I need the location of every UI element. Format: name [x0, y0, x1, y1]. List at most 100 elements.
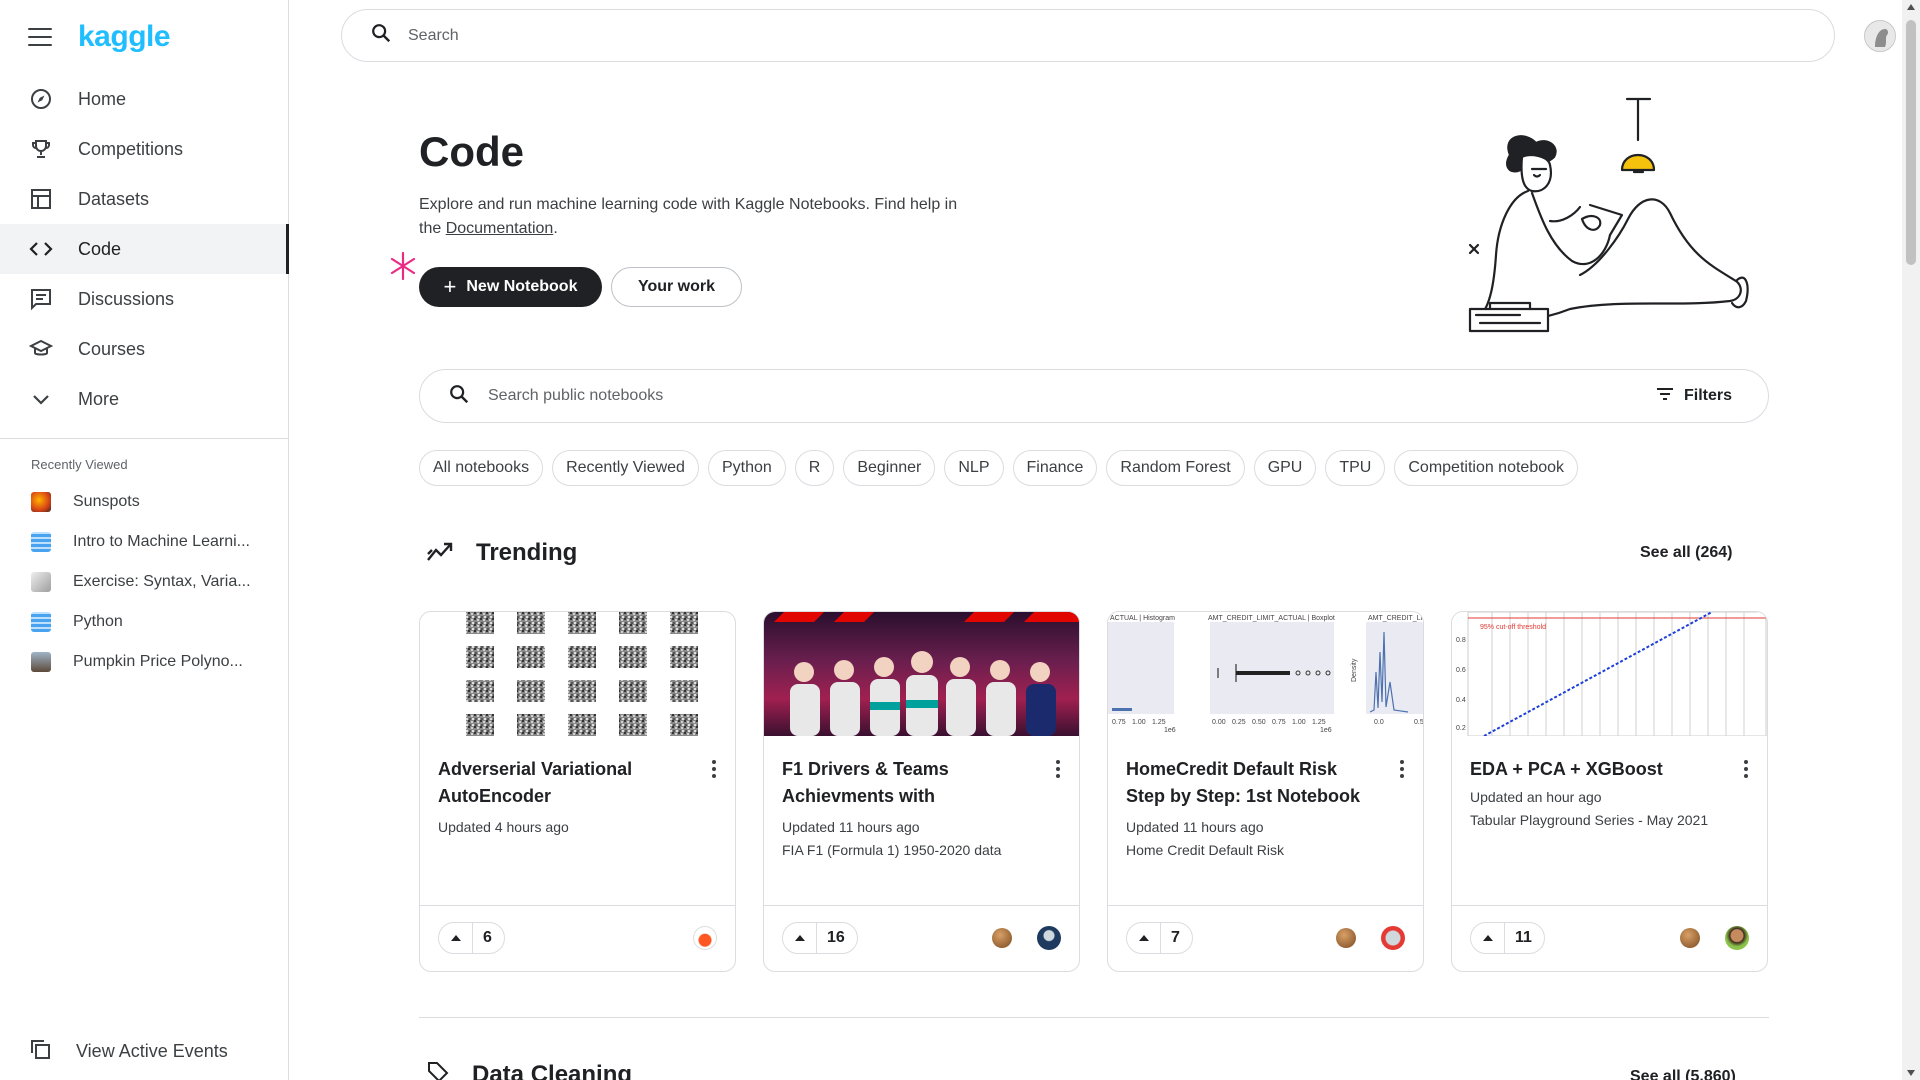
- chip-recently-viewed[interactable]: Recently Viewed: [552, 450, 699, 486]
- new-notebook-button[interactable]: + New Notebook: [419, 267, 602, 307]
- sidebar-item-datasets[interactable]: Datasets: [0, 174, 288, 224]
- filters-label: Filters: [1683, 387, 1732, 404]
- school-icon: [28, 336, 54, 362]
- filters-button[interactable]: Filters: [1656, 387, 1732, 406]
- more-vert-icon[interactable]: [1743, 760, 1749, 778]
- upvote-button[interactable]: 7: [1126, 922, 1193, 954]
- notebook-card[interactable]: ACTUAL | Histogram AMT_CREDIT_LIMIT_ACTU…: [1107, 611, 1424, 972]
- notebook-search-input[interactable]: Search public notebooks Filters: [419, 369, 1769, 423]
- trending-up-icon: [426, 540, 454, 567]
- scrollbar-thumb[interactable]: [1906, 20, 1916, 265]
- your-work-button[interactable]: Your work: [611, 267, 742, 307]
- notebook-title[interactable]: HomeCredit Default Risk Step by Step: 1s…: [1126, 756, 1381, 810]
- documentation-link[interactable]: Documentation: [446, 220, 554, 237]
- author-avatar[interactable]: [1381, 926, 1405, 950]
- sidebar-item-discussions[interactable]: Discussions: [0, 274, 288, 324]
- trending-title: Trending: [476, 539, 578, 566]
- table-icon: [28, 186, 54, 212]
- search-icon: [370, 22, 392, 49]
- upvote-button[interactable]: 11: [1470, 922, 1545, 954]
- user-avatar[interactable]: [1864, 20, 1896, 52]
- more-vert-icon[interactable]: [711, 760, 717, 778]
- notebook-card[interactable]: Adverserial Variational AutoEncoder Upda…: [419, 611, 736, 972]
- more-vert-icon[interactable]: [1055, 760, 1061, 778]
- notebook-card[interactable]: 95% cut-off threshold 0.8 0.6 0.4 0.2 EDA +…: [1451, 611, 1768, 972]
- view-active-events-link[interactable]: View Active Events: [28, 1037, 228, 1066]
- recent-item[interactable]: Python: [0, 602, 288, 642]
- copy-icon: [28, 1037, 52, 1066]
- sidebar-item-label: Datasets: [78, 188, 150, 209]
- notebook-competition[interactable]: Tabular Playground Series - May 2021: [1470, 812, 1708, 828]
- menu-icon[interactable]: [28, 28, 52, 46]
- subplot-label: AMT_CREDIT_LI: [1368, 615, 1423, 622]
- chip-finance[interactable]: Finance: [1012, 450, 1098, 486]
- notebook-updated: Updated 11 hours ago: [782, 819, 920, 835]
- sidebar-nav: Home Competitions Datasets Code Discussi…: [0, 74, 289, 424]
- sidebar-item-more[interactable]: More: [0, 374, 288, 424]
- medal-icon: [992, 928, 1012, 948]
- upvote-button[interactable]: 16: [782, 922, 858, 954]
- exercise-thumbnail: [31, 572, 51, 592]
- sidebar-item-courses[interactable]: Courses: [0, 324, 288, 374]
- chip-beginner[interactable]: Beginner: [843, 450, 936, 486]
- comments-icon: [28, 286, 54, 312]
- see-all-trending-link[interactable]: See all (264): [1640, 544, 1733, 562]
- scroll-down-icon[interactable]: [1907, 1070, 1915, 1076]
- notebook-title[interactable]: EDA + PCA + XGBoost: [1470, 756, 1725, 783]
- notebook-card[interactable]: F1 Drivers & Teams Achievments with Upda…: [763, 611, 1080, 972]
- see-all-data-cleaning-link[interactable]: See all (5,860): [1630, 1068, 1736, 1080]
- recent-item[interactable]: Exercise: Syntax, Varia...: [0, 562, 288, 602]
- recent-item[interactable]: Intro to Machine Learni...: [0, 522, 288, 562]
- upvote-button[interactable]: 6: [438, 922, 505, 954]
- chip-random-forest[interactable]: Random Forest: [1106, 450, 1245, 486]
- recent-item[interactable]: Pumpkin Price Polyno...: [0, 642, 288, 682]
- scroll-up-icon[interactable]: [1907, 4, 1915, 10]
- site-search-input[interactable]: Search: [341, 9, 1835, 62]
- recent-item-label: Intro to Machine Learni...: [73, 533, 250, 550]
- chip-gpu[interactable]: GPU: [1253, 450, 1317, 486]
- kaggle-logo[interactable]: kaggle: [78, 20, 171, 54]
- sidebar-item-code[interactable]: Code: [0, 224, 289, 274]
- more-vert-icon[interactable]: [1399, 760, 1405, 778]
- card-footer: 16: [764, 905, 1079, 971]
- vote-count: 16: [827, 929, 845, 946]
- author-avatar[interactable]: [693, 926, 717, 950]
- svg-text:0.00: 0.00: [1212, 719, 1226, 726]
- chip-python[interactable]: Python: [707, 450, 786, 486]
- plus-icon: +: [443, 274, 457, 299]
- python-course-thumbnail: [31, 612, 51, 632]
- chevron-down-icon: [28, 386, 54, 412]
- description-end: .: [553, 220, 558, 237]
- sidebar-item-competitions[interactable]: Competitions: [0, 124, 288, 174]
- chip-all-notebooks[interactable]: All notebooks: [419, 450, 544, 486]
- notebook-title[interactable]: Adverserial Variational AutoEncoder: [438, 756, 693, 810]
- vote-count: 11: [1515, 929, 1532, 946]
- notebook-thumbnail-noise-grid: [420, 612, 735, 736]
- sidebar-item-label: Code: [78, 238, 122, 259]
- recent-item-label: Exercise: Syntax, Varia...: [73, 573, 251, 590]
- notebook-dataset[interactable]: FIA F1 (Formula 1) 1950-2020 data: [782, 842, 1001, 858]
- chip-competition-notebook[interactable]: Competition notebook: [1394, 450, 1579, 486]
- author-avatar[interactable]: [1037, 926, 1061, 950]
- page-scrollbar[interactable]: [1902, 0, 1920, 1080]
- author-avatar[interactable]: [1725, 926, 1749, 950]
- chip-nlp[interactable]: NLP: [944, 450, 1004, 486]
- chip-r[interactable]: R: [794, 450, 835, 486]
- recent-item[interactable]: Sunspots: [0, 482, 288, 522]
- svg-text:0.5: 0.5: [1414, 719, 1423, 726]
- sidebar-item-home[interactable]: Home: [0, 74, 288, 124]
- notebook-search-placeholder: Search public notebooks: [488, 387, 664, 404]
- chip-tpu[interactable]: TPU: [1325, 450, 1386, 486]
- coding-person-illustration: [1450, 95, 1770, 340]
- your-work-label: Your work: [637, 278, 716, 295]
- svg-text:0.75: 0.75: [1112, 719, 1126, 726]
- trending-header: Trending: [426, 539, 577, 567]
- recently-viewed-heading: Recently Viewed: [31, 457, 128, 472]
- data-cleaning-title: Data Cleaning: [472, 1060, 633, 1080]
- notebook-thumbnail-f1-drivers: [764, 612, 1079, 736]
- notebook-competition[interactable]: Home Credit Default Risk: [1126, 842, 1284, 858]
- notebook-title[interactable]: F1 Drivers & Teams Achievments with: [782, 756, 1037, 810]
- search-placeholder: Search: [408, 26, 459, 44]
- card-footer: 11: [1452, 905, 1767, 971]
- sidebar-item-label: Courses: [78, 338, 146, 359]
